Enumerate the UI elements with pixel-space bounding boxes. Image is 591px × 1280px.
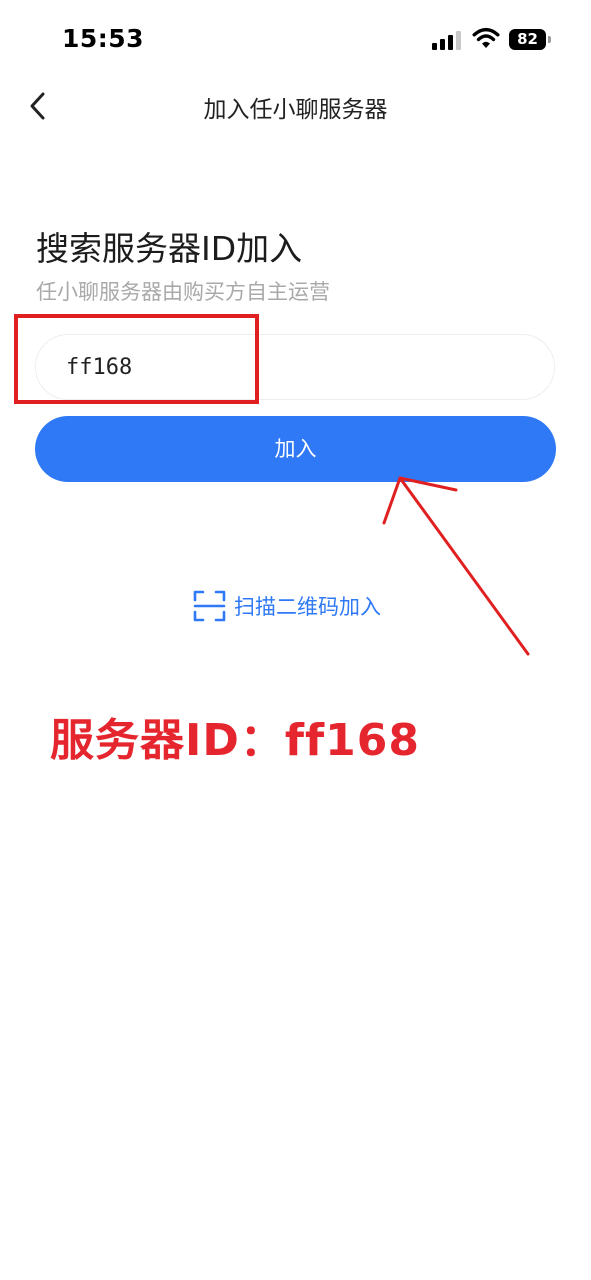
status-bar: 15:53 82 [0, 0, 591, 80]
page-subtitle: 任小聊服务器由购买方自主运营 [36, 280, 330, 304]
scan-qr-icon [193, 590, 226, 622]
annotation-highlight-box [14, 314, 259, 404]
battery-tip [548, 36, 551, 43]
wifi-icon [472, 27, 500, 48]
battery-icon: 82 [509, 29, 551, 50]
scan-qr-label: 扫描二维码加入 [234, 595, 381, 619]
status-time: 15:53 [62, 24, 145, 53]
screen: 15:53 82 加入任小聊服务器 搜索服务器ID加入 任小聊服务器由购买方自主… [0, 0, 591, 1280]
signal-icon [432, 31, 461, 50]
annotation-arrow [382, 476, 530, 656]
annotation-text: 服务器ID：ff168 [50, 715, 421, 766]
page-title: 搜索服务器ID加入 [36, 229, 303, 268]
nav-bar: 加入任小聊服务器 [0, 80, 591, 132]
page-nav-title: 加入任小聊服务器 [203, 97, 388, 123]
scan-qr-link[interactable]: 扫描二维码加入 [193, 590, 381, 622]
battery-level: 82 [517, 30, 538, 48]
